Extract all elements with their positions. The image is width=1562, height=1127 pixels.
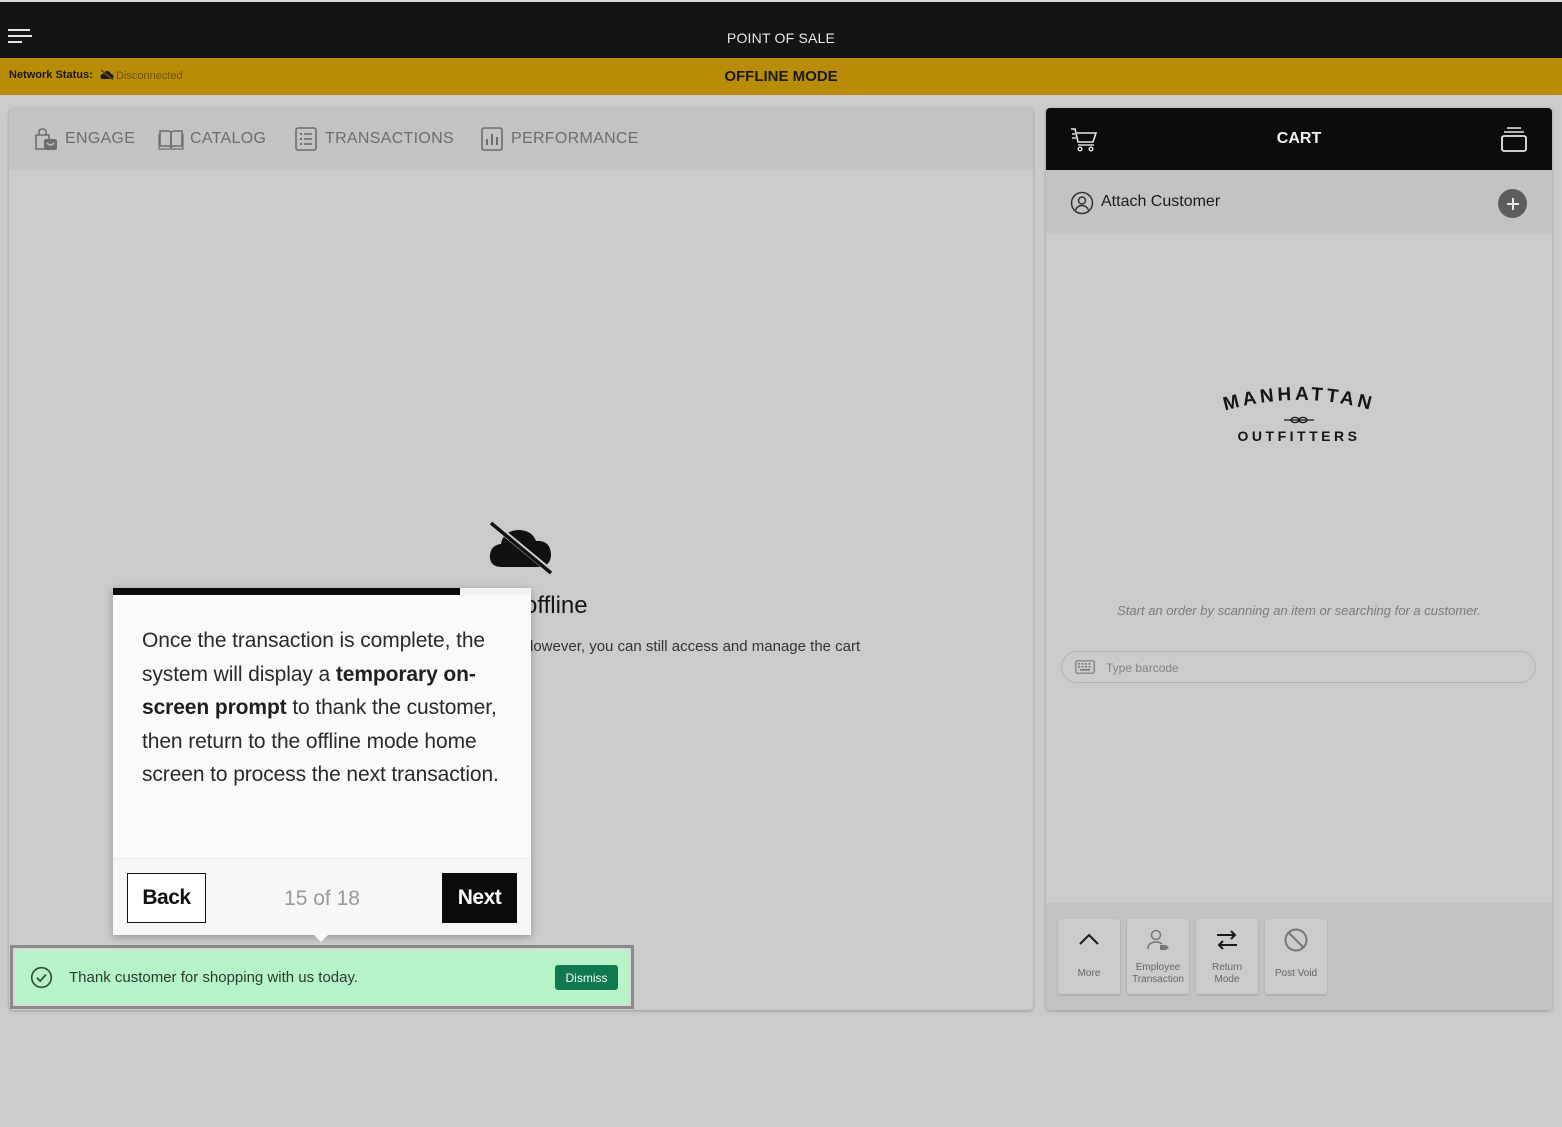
cart-title: CART: [1276, 130, 1322, 147]
performance-chart-icon: [481, 127, 503, 151]
return-mode-label-1: Return: [1211, 962, 1242, 973]
post-void-button[interactable]: Post Void: [1265, 919, 1327, 994]
keyboard-icon: [1075, 660, 1095, 674]
tour-footer: Back 15 of 18 Next: [113, 858, 531, 935]
toast-message: Thank customer for shopping with us toda…: [69, 969, 359, 986]
cart-panel: CART Attach Customer MANHATTAN OUTFITTER…: [1046, 108, 1552, 1010]
offline-description: lowever, you can still access and manage…: [530, 638, 861, 655]
return-mode-button[interactable]: Return Mode: [1196, 919, 1258, 994]
offline-status-bar: Network Status: Disconnected OFFLINE MOD…: [0, 58, 1562, 95]
thank-customer-toast: Thank customer for shopping with us toda…: [15, 950, 629, 1004]
tour-pointer-arrow: [311, 932, 331, 942]
barcode-field[interactable]: [1061, 651, 1536, 683]
offline-mode-label: OFFLINE MODE: [724, 68, 838, 85]
tab-transactions-label: TRANSACTIONS: [325, 130, 454, 147]
employee-transaction-label-2: Transaction: [1132, 974, 1184, 985]
nav-tabs: ENGAGE CATALOG TRANSACTIONS PERFORMANCE: [9, 108, 1033, 170]
tab-engage[interactable]: ENGAGE: [33, 126, 135, 152]
cart-actions-bar: More Employee Transaction Return Mode Po…: [1046, 903, 1552, 1010]
offline-heading: offline: [524, 592, 588, 619]
tab-catalog-label: CATALOG: [190, 130, 267, 147]
post-void-label: Post Void: [1274, 968, 1318, 979]
cloud-off-icon: [489, 521, 553, 575]
more-button[interactable]: More: [1058, 919, 1120, 994]
svg-text:OUTFITTERS: OUTFITTERS: [1238, 428, 1361, 444]
transactions-list-icon: [295, 127, 317, 151]
app-header: POINT OF SALE: [0, 0, 1562, 58]
add-customer-plus-icon[interactable]: [1498, 189, 1527, 218]
tab-performance[interactable]: PERFORMANCE: [479, 126, 639, 152]
user-circle-icon: [1070, 191, 1094, 215]
more-label: More: [1077, 968, 1101, 979]
prohibited-icon: [1284, 928, 1308, 952]
attach-customer-row[interactable]: Attach Customer: [1046, 170, 1552, 234]
cart-empty-hint: Start an order by scanning an item or se…: [1117, 603, 1481, 618]
manhattan-outfitters-logo: MANHATTAN OUTFITTERS: [1221, 384, 1377, 444]
tour-step-card: Once the transaction is complete, the sy…: [113, 588, 531, 935]
tour-progress-track: [113, 588, 531, 595]
svg-text:MANHATTAN: MANHATTAN: [1221, 384, 1377, 415]
app-title: POINT OF SALE: [726, 30, 836, 46]
tour-step-text: Once the transaction is complete, the sy…: [142, 624, 512, 792]
employee-transaction-label-1: Employee: [1135, 962, 1181, 973]
employee-transaction-icon: [1147, 929, 1169, 950]
engage-bag-icon: [35, 128, 57, 150]
tab-engage-label: ENGAGE: [65, 130, 136, 147]
check-circle-icon: [30, 966, 53, 989]
return-arrows-icon: [1217, 930, 1237, 950]
catalog-book-icon: [158, 130, 184, 150]
tab-performance-label: PERFORMANCE: [511, 130, 639, 147]
dismiss-button[interactable]: Dismiss: [555, 965, 618, 990]
tour-progress-fill: [113, 588, 460, 595]
attach-customer-label: Attach Customer: [1101, 193, 1221, 210]
return-mode-label-2: Mode: [1214, 974, 1240, 985]
barcode-input[interactable]: [1106, 658, 1506, 678]
chevron-up-icon: [1079, 933, 1099, 945]
tab-catalog[interactable]: CATALOG: [158, 126, 266, 152]
tour-next-button[interactable]: Next: [442, 873, 517, 923]
tab-transactions[interactable]: TRANSACTIONS: [293, 126, 454, 152]
employee-transaction-button[interactable]: Employee Transaction: [1127, 919, 1189, 994]
cart-header: CART: [1046, 108, 1552, 170]
suspended-carts-icon[interactable]: [1500, 125, 1528, 153]
